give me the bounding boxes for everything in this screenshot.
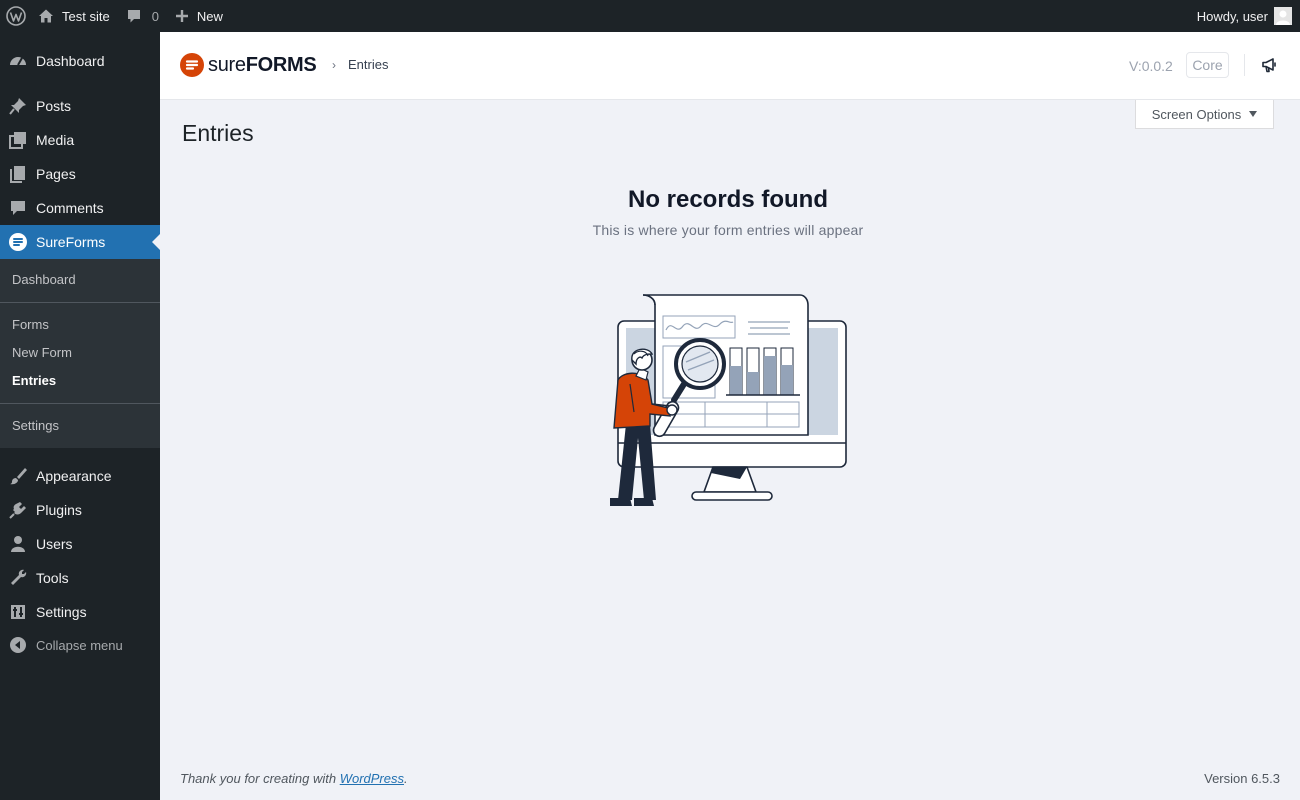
menu-label: Users	[36, 536, 73, 552]
collapse-label: Collapse menu	[36, 637, 123, 653]
media-icon	[0, 123, 36, 157]
breadcrumb-current: Entries	[348, 57, 389, 72]
footer-version: Version 6.5.3	[1204, 771, 1280, 786]
menu-media[interactable]: Media	[0, 123, 160, 157]
footer-thanks: Thank you for creating with WordPress.	[180, 771, 408, 786]
page-title: Entries	[182, 120, 254, 146]
menu-pages[interactable]: Pages	[0, 157, 160, 191]
menu-comments[interactable]: Comments	[0, 191, 160, 225]
wordpress-logo-menu[interactable]	[0, 0, 34, 32]
sureforms-icon	[0, 225, 36, 259]
logo-wordmark: sureFORMS	[208, 53, 317, 77]
comment-icon	[0, 191, 36, 225]
sureforms-submenu: Dashboard Forms New Form Entries Setting…	[0, 259, 160, 448]
submenu-entries[interactable]: Entries	[12, 373, 56, 388]
screen-options-label: Screen Options	[1151, 106, 1242, 122]
submenu-divider	[0, 403, 160, 404]
submenu-new-form[interactable]: New Form	[12, 345, 72, 360]
menu-appearance[interactable]: Appearance	[0, 459, 160, 493]
menu-label: Tools	[36, 570, 69, 586]
menu-label: SureForms	[36, 234, 106, 250]
menu-posts[interactable]: Posts	[0, 89, 160, 123]
menu-users[interactable]: Users	[0, 527, 160, 561]
pin-icon	[0, 89, 36, 123]
plugin-icon	[0, 493, 36, 527]
submenu-forms[interactable]: Forms	[12, 317, 49, 332]
menu-tools[interactable]: Tools	[0, 561, 160, 595]
plus-icon	[175, 10, 188, 22]
dashboard-icon	[0, 44, 36, 78]
sureforms-logo[interactable]: sureFORMS	[180, 53, 317, 77]
dropdown-arrow-icon	[1249, 111, 1258, 117]
new-label: New	[196, 8, 223, 24]
empty-state-title: No records found	[627, 186, 828, 213]
admin-bar: Test site 0 New Howdy, user	[0, 0, 1300, 32]
menu-label: Dashboard	[36, 53, 105, 69]
wordpress-link[interactable]: WordPress	[340, 771, 404, 786]
menu-label: Settings	[36, 604, 87, 620]
menu-dashboard[interactable]: Dashboard	[0, 44, 160, 78]
settings-icon	[0, 595, 36, 629]
sureforms-logo-icon	[180, 53, 204, 77]
site-name: Test site	[62, 8, 110, 24]
comments-count: 0	[151, 8, 159, 24]
howdy-text: Howdy, user	[1196, 8, 1268, 24]
megaphone-icon	[1262, 58, 1276, 73]
core-badge: Core	[1186, 52, 1229, 78]
site-name-link[interactable]: Test site	[34, 0, 118, 32]
wrench-icon	[0, 561, 36, 595]
empty-state-illustration	[610, 294, 847, 506]
comment-bubble-icon	[127, 10, 140, 23]
submenu-dashboard[interactable]: Dashboard	[12, 272, 76, 287]
screen-options-button[interactable]: Screen Options	[1135, 100, 1274, 129]
submenu-settings[interactable]: Settings	[12, 418, 59, 433]
menu-settings[interactable]: Settings	[0, 595, 160, 629]
collapse-menu-button[interactable]: Collapse menu	[0, 628, 160, 662]
menu-label: Pages	[36, 166, 76, 182]
comments-link[interactable]: 0	[118, 0, 167, 32]
menu-label: Comments	[36, 200, 104, 216]
menu-label: Posts	[36, 98, 72, 114]
collapse-arrow-icon	[0, 637, 36, 653]
user-icon	[0, 527, 36, 561]
pages-icon	[0, 157, 36, 191]
menu-sureforms[interactable]: SureForms	[0, 225, 160, 259]
menu-label: Media	[36, 132, 75, 148]
breadcrumb-separator: ›	[332, 58, 336, 72]
submenu-divider	[0, 302, 160, 303]
logo-word-forms: FORMS	[245, 53, 317, 76]
footer-thanks-prefix: Thank you for creating with	[180, 771, 340, 786]
my-account-menu[interactable]: Howdy, user	[1197, 7, 1300, 25]
plugin-header: sureFORMS › Entries V:0.0.2 Core	[160, 32, 1300, 100]
wordpress-logo-icon	[6, 6, 26, 26]
home-icon	[39, 9, 53, 23]
avatar	[1274, 7, 1292, 25]
paintbrush-icon	[0, 459, 36, 493]
menu-label: Plugins	[36, 502, 82, 518]
menu-plugins[interactable]: Plugins	[0, 493, 160, 527]
avatar-silhouette-icon	[1276, 10, 1290, 25]
announcements-button[interactable]	[1260, 56, 1278, 79]
plugin-version: V:0.0.2	[1129, 58, 1173, 74]
logo-word-sure: sure	[208, 53, 246, 76]
header-divider	[1244, 54, 1245, 76]
new-content-link[interactable]: New	[167, 0, 231, 32]
footer-thanks-suffix: .	[404, 771, 408, 786]
empty-state-subtitle: This is where your form entries will app…	[592, 222, 864, 238]
menu-label: Appearance	[36, 468, 112, 484]
admin-sidebar: Dashboard Posts Media Pages Comments Sur…	[0, 32, 160, 800]
